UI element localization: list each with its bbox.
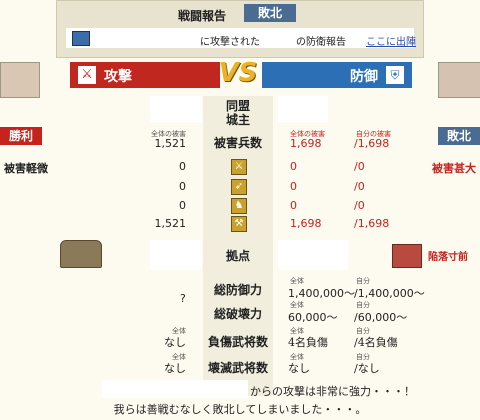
defender-alliance-blank — [278, 96, 328, 122]
footer-line-1: からの攻撃は非常に強力・・・！ — [250, 385, 415, 398]
siege-icon: ⚒ — [231, 216, 247, 232]
defender-portrait — [438, 62, 480, 98]
defender-loss-4: 1,698 — [290, 217, 322, 230]
attacker-status: 被害軽微 — [4, 162, 48, 175]
attacker-dead: なし — [164, 362, 186, 375]
defender-own-loss-3: /0 — [354, 199, 365, 212]
attacker-name-blank — [92, 30, 198, 46]
attacker-loss-2: 0 — [179, 180, 186, 193]
castle-icon — [60, 240, 102, 268]
defender-own-loss-4: /1,698 — [354, 217, 390, 230]
attacker-alliance-blank — [150, 96, 202, 122]
attacker-injured: なし — [164, 336, 186, 349]
injured-label: 負傷武将数 — [207, 335, 268, 349]
report-text-1: に攻撃された — [200, 37, 260, 48]
damage-label: 被害兵数 — [213, 136, 262, 150]
footer-attacker-blank — [102, 380, 248, 398]
fortress-icon — [392, 244, 422, 268]
attacker-total-def: ? — [180, 292, 186, 305]
attack-label: 攻撃 — [104, 69, 132, 85]
dead-label: 壊滅武将数 — [207, 361, 268, 375]
bow-icon: ➶ — [231, 179, 247, 195]
report-text-2: の防衛報告 — [296, 37, 346, 48]
attacker-loss-1: 0 — [179, 160, 186, 173]
dead-total: なし — [288, 362, 310, 375]
def-total: 1,400,000～ — [288, 287, 355, 300]
report-title: 戦闘報告 — [178, 9, 227, 23]
total-def-label: 総防御力 — [213, 283, 262, 297]
break-total: 60,000～ — [288, 311, 338, 324]
defense-label: 防御 — [350, 69, 378, 85]
base-label: 拠点 — [225, 249, 250, 263]
attacker-loss-3: 0 — [179, 199, 186, 212]
injured-total: 4名負傷 — [288, 336, 328, 349]
shield-icon: ⛨ — [386, 66, 404, 84]
defender-base-status: 陥落寸前 — [428, 252, 468, 263]
defender-total-damage: 1,698 — [290, 137, 322, 150]
total-break-label: 総破壊力 — [213, 307, 262, 321]
dead-own: /なし — [354, 362, 380, 375]
horse-icon: ♞ — [231, 198, 247, 214]
sword-icon: ⚔ — [78, 66, 96, 84]
defender-loss-1: 0 — [290, 160, 297, 173]
defender-result-badge: 敗北 — [438, 127, 480, 145]
attacker-result-badge: 勝利 — [0, 127, 42, 145]
injured-own: /4名負傷 — [354, 336, 398, 349]
lord-label: 城主 — [225, 113, 250, 127]
defender-own-damage: /1,698 — [354, 137, 390, 150]
defender-status: 被害甚大 — [432, 162, 476, 175]
spear-icon: ⚔ — [231, 159, 247, 175]
defender-base-blank — [278, 240, 348, 270]
sortie-link[interactable]: ここに出陣 — [366, 33, 416, 48]
break-own: /60,000～ — [354, 311, 408, 324]
defender-own-loss-2: /0 — [354, 180, 365, 193]
attacker-total-damage: 1,521 — [154, 137, 187, 150]
mail-icon — [72, 31, 90, 46]
defender-own-loss-1: /0 — [354, 160, 365, 173]
defender-loss-3: 0 — [290, 199, 297, 212]
result-badge-header: 敗北 — [244, 4, 296, 22]
def-own: /1,400,000～ — [354, 287, 425, 300]
attacker-loss-4: 1,521 — [154, 217, 187, 230]
attacker-base-blank — [150, 240, 202, 270]
attacker-portrait — [0, 62, 40, 98]
footer-line-2: 我らは善戦むなしく敗北してしまいました・・・。 — [113, 403, 367, 416]
defender-loss-2: 0 — [290, 180, 297, 193]
